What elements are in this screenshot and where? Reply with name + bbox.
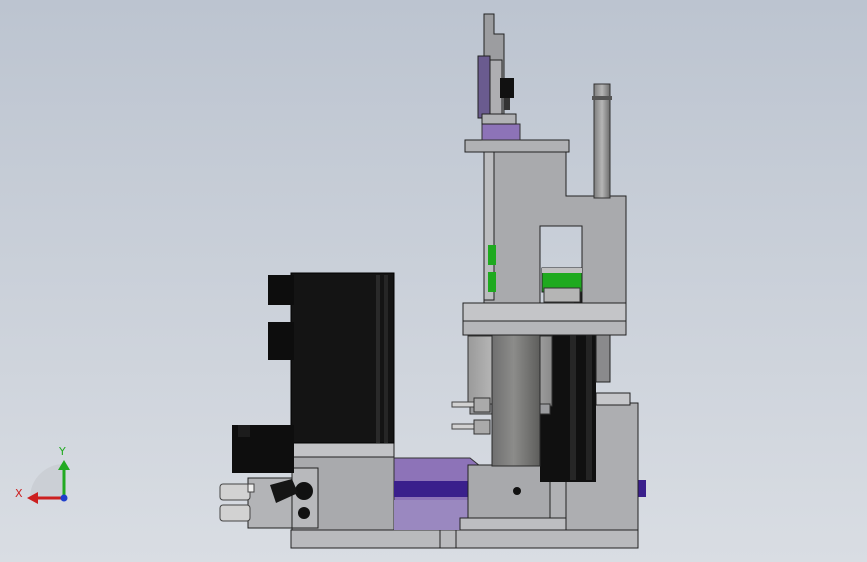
x-axis-label: X [15, 487, 23, 500]
z-axis-dot [60, 494, 68, 502]
axis-triad: Y X [15, 445, 70, 504]
cad-viewport[interactable]: Y X [0, 0, 867, 562]
y-axis-label: Y [58, 445, 66, 458]
